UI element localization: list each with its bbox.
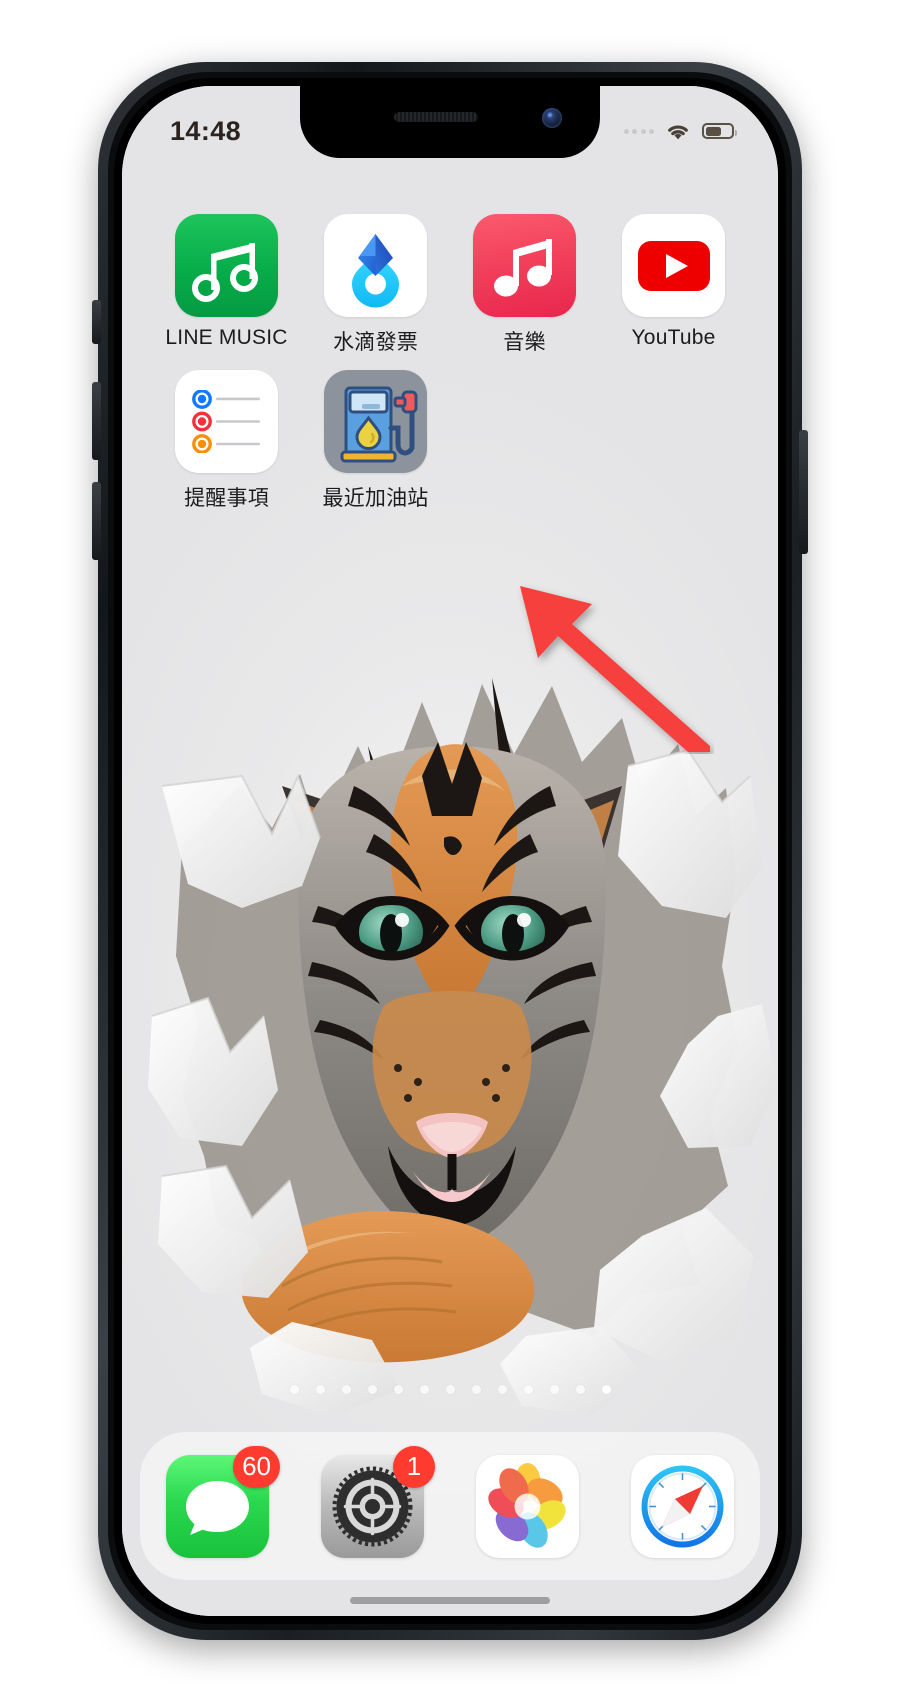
app-grid: LINE MUSIC 水滴發票 音樂 YouTube 提醒事項 最近加油站 — [122, 214, 778, 526]
app-youtube[interactable]: YouTube — [599, 214, 748, 356]
silence-switch[interactable] — [92, 300, 101, 344]
app-reminders[interactable]: 提醒事項 — [152, 370, 301, 512]
status-bar-clock: 14:48 — [170, 115, 242, 146]
youtube-play-shape — [637, 240, 710, 291]
notch — [300, 86, 600, 158]
phone-screen: 14:48 LINE MUSIC 水滴發票 音樂 YouTube 提醒事項 最近… — [122, 86, 778, 1616]
dock-item-messages[interactable]: 60 — [166, 1445, 280, 1558]
water-drop-invoice-icon[interactable] — [324, 214, 427, 317]
page-dot[interactable] — [341, 1385, 351, 1394]
page-dot[interactable] — [575, 1385, 585, 1394]
dock-item-settings[interactable]: 1 — [321, 1445, 435, 1558]
app-slot-empty-1 — [450, 370, 599, 512]
earpiece-speaker — [394, 112, 478, 122]
line-music-icon[interactable] — [175, 214, 278, 317]
gas-station-icon[interactable] — [324, 370, 427, 473]
page-dot[interactable] — [497, 1385, 507, 1394]
status-badge: 1 — [393, 1445, 435, 1488]
page-dot-active[interactable] — [601, 1385, 611, 1394]
page-dot[interactable] — [523, 1385, 533, 1394]
reminders-icon[interactable] — [175, 370, 278, 473]
page-dot[interactable] — [393, 1385, 403, 1394]
page-dots[interactable] — [122, 1385, 778, 1394]
screenshot-root: 14:48 LINE MUSIC 水滴發票 音樂 YouTube 提醒事項 最近… — [0, 0, 900, 1701]
youtube-icon[interactable] — [622, 214, 725, 317]
app-slot-empty-2 — [599, 370, 748, 512]
power-button[interactable] — [799, 430, 808, 554]
page-dot[interactable] — [471, 1385, 481, 1394]
app-gas-station[interactable]: 最近加油站 — [301, 370, 450, 512]
app-label: 音樂 — [503, 331, 546, 354]
app-label: 提醒事項 — [184, 487, 269, 510]
front-camera — [542, 108, 562, 128]
dock-item-photos[interactable] — [476, 1454, 579, 1558]
app-row-1: LINE MUSIC 水滴發票 音樂 YouTube — [152, 214, 748, 370]
page-dot[interactable] — [419, 1385, 429, 1394]
app-apple-music[interactable]: 音樂 — [450, 214, 599, 356]
battery-icon — [702, 123, 737, 139]
page-dot[interactable] — [367, 1385, 377, 1394]
wifi-icon — [665, 122, 691, 141]
app-row-2: 提醒事項 最近加油站 — [152, 370, 748, 526]
app-label: 最近加油站 — [322, 487, 429, 510]
page-dot[interactable] — [445, 1385, 455, 1394]
photos-icon[interactable] — [476, 1454, 579, 1558]
page-dot[interactable] — [289, 1385, 299, 1394]
app-label: 水滴發票 — [333, 331, 418, 354]
status-badge: 60 — [233, 1445, 280, 1488]
red-arrow-annotation — [514, 574, 714, 759]
signal-dots-icon — [623, 128, 654, 134]
app-water-drop-invoice[interactable]: 水滴發票 — [301, 214, 450, 356]
app-line-music[interactable]: LINE MUSIC — [152, 214, 301, 356]
page-dot[interactable] — [549, 1385, 559, 1394]
app-label: LINE MUSIC — [165, 326, 288, 349]
safari-icon[interactable] — [631, 1454, 734, 1558]
volume-up-button[interactable] — [92, 382, 101, 460]
dock-item-safari[interactable] — [631, 1454, 734, 1558]
dock: 60 1 — [140, 1432, 760, 1580]
page-dot[interactable] — [315, 1385, 325, 1394]
app-label: YouTube — [631, 326, 716, 349]
apple-music-icon[interactable] — [473, 214, 576, 317]
volume-down-button[interactable] — [92, 482, 101, 560]
home-indicator[interactable] — [350, 1597, 550, 1604]
